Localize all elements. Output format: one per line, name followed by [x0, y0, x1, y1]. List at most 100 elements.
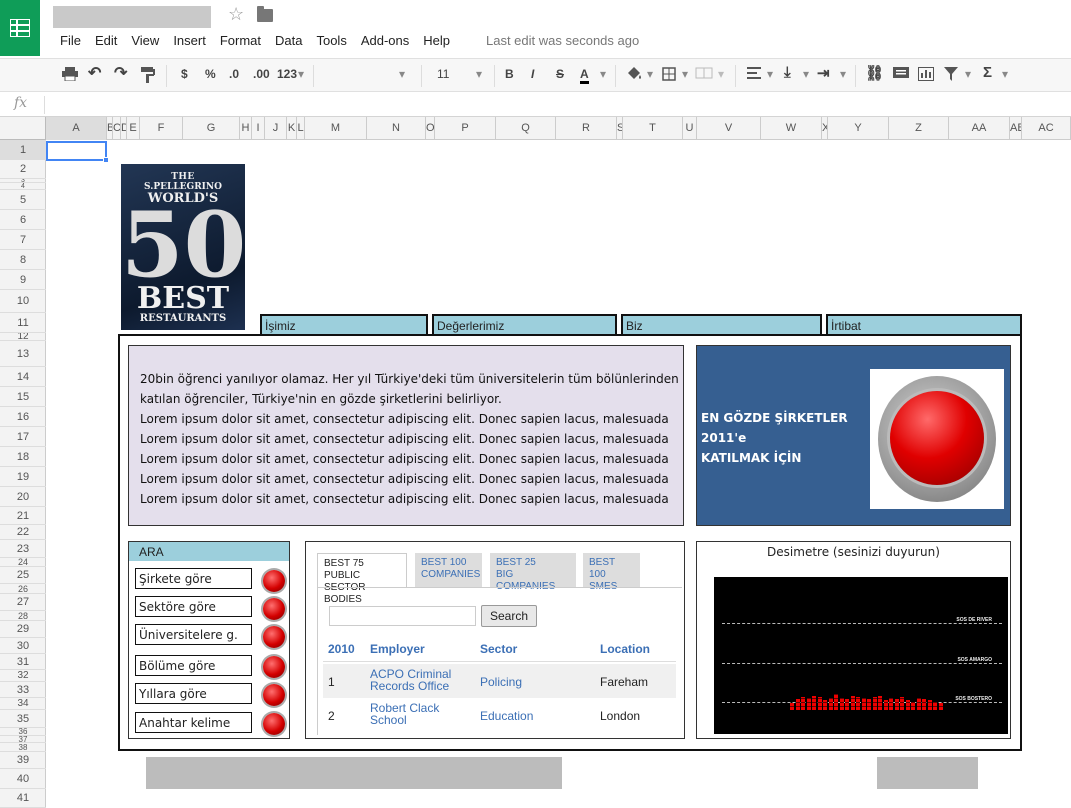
fill-color-icon[interactable] [626, 67, 642, 84]
menu-file[interactable]: File [60, 33, 81, 48]
menu-edit[interactable]: Edit [95, 33, 117, 48]
borders-icon[interactable] [662, 67, 676, 84]
font-size-dropdown[interactable]: 11 [437, 67, 449, 81]
column-f-header[interactable]: F [140, 117, 183, 140]
font-family-dropdown[interactable]: ▾ [399, 67, 405, 81]
column-v-header[interactable]: V [697, 117, 761, 140]
table-row[interactable]: 1 ACPO Criminal Records Office Policing … [323, 664, 676, 698]
tab-isimiz[interactable]: İşimiz [260, 314, 428, 335]
column-j-header[interactable]: J [265, 117, 287, 140]
row-22-header[interactable]: 22 [0, 525, 46, 540]
tab-best-75-public[interactable]: BEST 75 PUBLIC SECTOR BODIES [317, 553, 407, 605]
search-by-sector-button-icon[interactable] [263, 598, 285, 620]
row-40-header[interactable]: 40 [0, 769, 46, 789]
row-9-header[interactable]: 9 [0, 270, 46, 290]
menu-tools[interactable]: Tools [316, 33, 346, 48]
row-5-header[interactable]: 5 [0, 190, 46, 210]
column-ab-header[interactable]: AB [1010, 117, 1022, 140]
search-by-year-button-icon[interactable] [263, 684, 285, 706]
functions-icon[interactable]: Σ [983, 64, 992, 81]
row-7-header[interactable]: 7 [0, 230, 46, 250]
row-36-header[interactable]: 36 [0, 728, 46, 736]
document-title[interactable] [53, 6, 211, 28]
chevron-down-icon[interactable]: ▾ [476, 67, 482, 81]
row-32-header[interactable]: 32 [0, 670, 46, 682]
search-by-university-button-icon[interactable] [263, 626, 285, 648]
row-31-header[interactable]: 31 [0, 654, 46, 670]
selected-cell-a1[interactable] [46, 141, 107, 161]
column-c-header[interactable]: C [113, 117, 121, 140]
strikethrough-button[interactable]: S [556, 67, 564, 81]
tab-degerlerimiz[interactable]: Değerlerimiz [432, 314, 617, 335]
row-23-header[interactable]: 23 [0, 540, 46, 558]
row-41-header[interactable]: 41 [0, 789, 46, 808]
row-34-header[interactable]: 34 [0, 698, 46, 710]
column-i-header[interactable]: I [252, 117, 265, 140]
row-39-header[interactable]: 39 [0, 752, 46, 769]
search-by-university[interactable]: Üniversitelere g. [135, 624, 252, 645]
paint-format-icon[interactable] [141, 67, 155, 86]
row-15-header[interactable]: 15 [0, 387, 46, 407]
row-20-header[interactable]: 20 [0, 487, 46, 507]
column-o-header[interactable]: O [426, 117, 435, 140]
row-11-header[interactable]: 11 [0, 313, 46, 333]
redo-icon[interactable]: ↷ [114, 63, 127, 83]
menu-data[interactable]: Data [275, 33, 302, 48]
row-33-header[interactable]: 33 [0, 682, 46, 698]
ranking-search-input[interactable] [329, 606, 476, 626]
currency-format-button[interactable]: $ [181, 67, 188, 81]
column-n-header[interactable]: N [367, 117, 426, 140]
folder-icon[interactable] [257, 6, 273, 22]
search-by-keyword-button-icon[interactable] [263, 713, 285, 735]
row-29-header[interactable]: 29 [0, 621, 46, 638]
select-all-corner[interactable] [0, 117, 46, 140]
row-14-header[interactable]: 14 [0, 367, 46, 387]
percent-format-button[interactable]: % [205, 67, 216, 81]
search-by-year[interactable]: Yıllara göre [135, 683, 252, 704]
column-k-header[interactable]: K [287, 117, 297, 140]
row-16-header[interactable]: 16 [0, 407, 46, 427]
undo-icon[interactable]: ↶ [88, 63, 101, 83]
chevron-down-icon[interactable]: ▾ [682, 67, 688, 81]
column-r-header[interactable]: R [556, 117, 617, 140]
search-by-company[interactable]: Şirkete göre [135, 568, 252, 589]
horizontal-align-icon[interactable] [747, 67, 761, 82]
menu-addons[interactable]: Add-ons [361, 33, 409, 48]
merge-cells-icon[interactable] [695, 67, 713, 82]
search-by-keyword[interactable]: Anahtar kelime [135, 712, 252, 733]
decrease-decimals-button[interactable]: .0 [229, 67, 239, 81]
column-ac-header[interactable]: AC [1022, 117, 1071, 140]
column-e-header[interactable]: E [127, 117, 140, 140]
bold-button[interactable]: B [505, 67, 514, 81]
column-g-header[interactable]: G [183, 117, 240, 140]
vertical-align-icon[interactable]: ⤓ [784, 64, 791, 81]
row-27-header[interactable]: 27 [0, 594, 46, 611]
row-1-header[interactable]: 1 [0, 140, 46, 160]
row-18-header[interactable]: 18 [0, 447, 46, 467]
search-by-sector[interactable]: Sektöre göre [135, 596, 252, 617]
chart-icon[interactable] [918, 67, 934, 84]
chevron-down-icon[interactable]: ▾ [718, 67, 724, 81]
row-38-header[interactable]: 38 [0, 743, 46, 752]
filter-icon[interactable] [944, 67, 958, 84]
column-m-header[interactable]: M [305, 117, 367, 140]
column-z-header[interactable]: Z [889, 117, 949, 140]
row-24-header[interactable]: 24 [0, 558, 46, 567]
search-by-department-button-icon[interactable] [263, 656, 285, 678]
menu-view[interactable]: View [131, 33, 159, 48]
menu-insert[interactable]: Insert [173, 33, 206, 48]
tab-best-100-companies[interactable]: BEST 100 COMPANIES [415, 553, 482, 587]
row-30-header[interactable]: 30 [0, 638, 46, 654]
ranking-search-button[interactable]: Search [481, 605, 537, 627]
column-y-header[interactable]: Y [828, 117, 889, 140]
tab-biz[interactable]: Biz [621, 314, 822, 335]
number-format-button[interactable]: 123 [277, 67, 297, 81]
star-icon[interactable]: ☆ [228, 4, 244, 25]
chevron-down-icon[interactable]: ▾ [298, 67, 304, 81]
column-u-header[interactable]: U [683, 117, 697, 140]
row-26-header[interactable]: 26 [0, 584, 46, 594]
italic-button[interactable]: I [531, 67, 534, 81]
tab-best-25-big[interactable]: BEST 25 BIG COMPANIES [490, 553, 576, 592]
column-aa-header[interactable]: AA [949, 117, 1010, 140]
fill-handle[interactable] [103, 157, 109, 163]
